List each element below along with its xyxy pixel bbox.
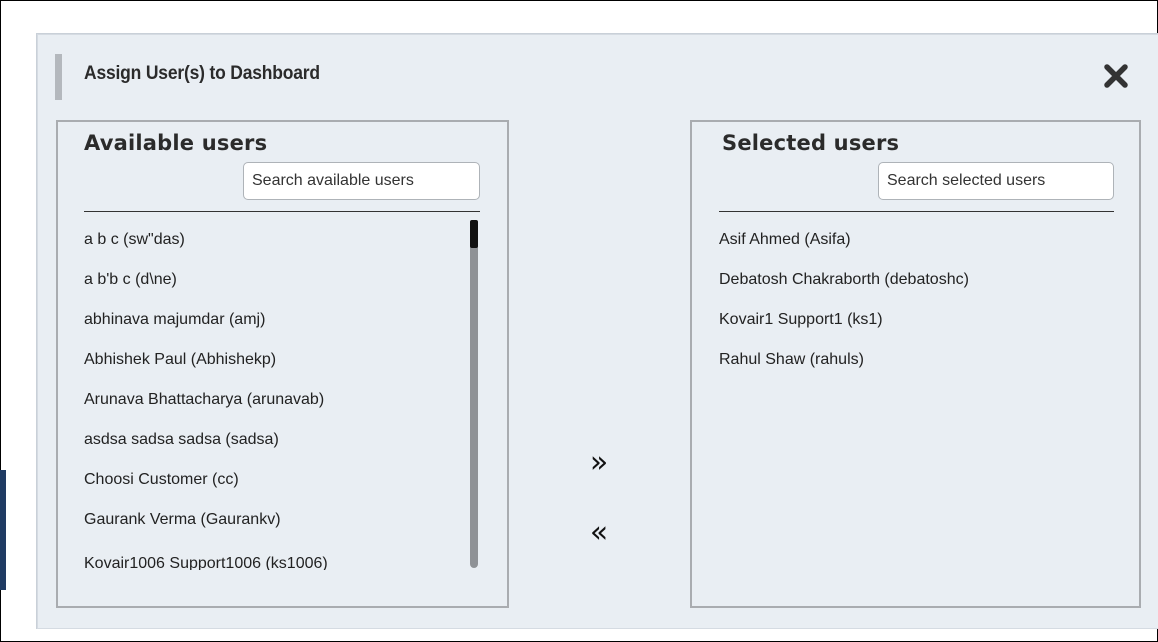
list-item[interactable]: a b c (sw"das) [84,220,464,260]
divider [719,211,1114,212]
available-users-title: Available users [84,131,268,155]
list-item[interactable]: Kovair1006 Support1006 (ks1006) [84,544,464,570]
search-available-input[interactable] [243,162,480,200]
selected-users-list[interactable]: Asif Ahmed (Asifa) Debatosh Chakraborth … [719,220,1109,590]
background-strip [0,470,6,590]
selected-users-panel: Selected users Asif Ahmed (Asifa) Debato… [690,120,1141,608]
list-item[interactable]: asdsa sadsa sadsa (sadsa) [84,420,464,460]
list-item[interactable]: Arunava Bhattacharya (arunavab) [84,380,464,420]
list-item[interactable]: Asif Ahmed (Asifa) [719,220,1109,260]
title-accent-bar [55,54,62,100]
list-item[interactable]: Rahul Shaw (rahuls) [719,340,1109,380]
scrollbar-track-fill [470,220,478,568]
list-item[interactable]: Abhishek Paul (Abhishekp) [84,340,464,380]
divider [84,211,480,212]
list-item[interactable]: Gaurank Verma (Gaurankv) [84,500,464,540]
list-item[interactable]: Debatosh Chakraborth (debatoshc) [719,260,1109,300]
search-selected-input[interactable] [878,162,1114,200]
selected-users-title: Selected users [722,131,900,155]
scrollbar-thumb[interactable] [470,220,478,248]
list-item[interactable]: abhinava majumdar (amj) [84,300,464,340]
move-right-button[interactable]: » [584,448,614,478]
available-list-scrollbar[interactable] [470,220,478,568]
move-left-button[interactable]: « [584,518,614,548]
list-item[interactable]: Choosi Customer (cc) [84,460,464,500]
list-item[interactable]: Kovair1 Support1 (ks1) [719,300,1109,340]
close-icon[interactable] [1100,60,1132,92]
available-users-panel: Available users a b c (sw"das) a b'b c (… [56,120,509,608]
dialog-title: Assign User(s) to Dashboard [84,63,320,84]
available-users-list[interactable]: a b c (sw"das) a b'b c (d\ne) abhinava m… [84,220,464,570]
list-item[interactable]: a b'b c (d\ne) [84,260,464,300]
